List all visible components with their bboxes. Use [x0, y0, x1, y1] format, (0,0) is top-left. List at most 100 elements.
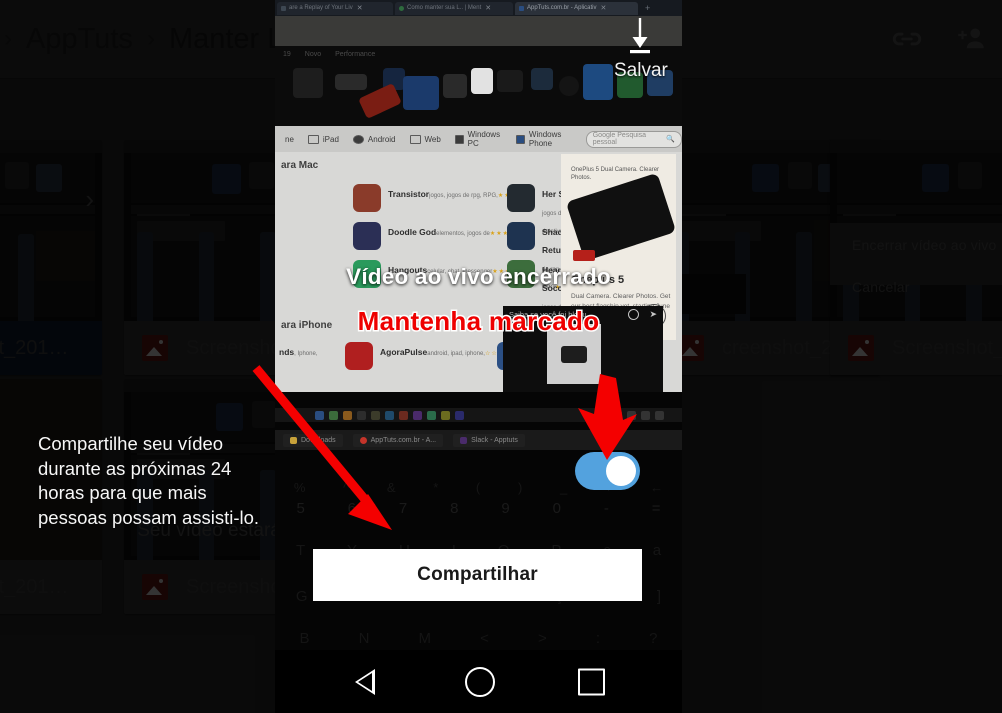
list-item: Screenshot [186, 575, 288, 598]
android-nav-bar [275, 650, 682, 713]
table-row[interactable]: Encerrar vídeo ao vivo Cancelar Screensh… [830, 140, 1002, 375]
browser-tab-active[interactable]: AppTuts.com.br - Aplicativ ✕ [515, 1, 638, 15]
ad-badge [573, 250, 595, 261]
breadcrumb-item-apptuts[interactable]: AppTuts [26, 23, 133, 56]
recents-square-icon[interactable] [578, 668, 605, 695]
app-name: AgoraPulse [380, 347, 428, 357]
app-desc: , Iphone, [294, 351, 318, 357]
close-icon[interactable]: ✕ [485, 4, 491, 12]
header-actions [890, 22, 1002, 56]
nav-item-ipad[interactable]: iPad [307, 134, 339, 144]
back-triangle-icon[interactable] [355, 668, 375, 695]
app-desc: jogos, jogos de rpg, RPG, [429, 193, 498, 199]
app-name: Transistor [388, 189, 430, 199]
next-photo-chevron[interactable]: › [85, 184, 94, 215]
new-tab-button[interactable]: + [640, 3, 655, 13]
app-icon [353, 222, 381, 250]
download-icon[interactable] [627, 18, 653, 54]
nav-item-web[interactable]: Web [409, 134, 441, 144]
slack-icon [460, 436, 468, 444]
list-item[interactable]: AgoraPulseandroid, ipad, iphone,☆☆☆☆☆ [345, 342, 517, 370]
card-dialog-overlay: Encerrar vídeo ao vivo Cancelar [830, 223, 1002, 295]
desktop-area: Downloads AppTuts.com.br - A... Slack - … [275, 392, 682, 650]
app-icon [507, 184, 535, 212]
list-item: enshot_201… [0, 336, 69, 359]
link-icon[interactable] [890, 22, 924, 56]
tab-favicon [399, 5, 404, 11]
site-topbar: 19 Novo Performance [283, 49, 674, 60]
photo-thumbnail: Encerrar vídeo ao vivo Cancelar [830, 140, 1002, 321]
keyboard-row: 5 6 7 8 9 0- = [296, 500, 661, 517]
browser-icon [359, 436, 367, 444]
toggle-knob [606, 456, 636, 486]
tab-title: are a Replay of Your Liv [289, 5, 353, 11]
table-row[interactable]: › enshot_201… [0, 140, 102, 375]
image-file-icon [142, 335, 168, 361]
image-file-icon [848, 335, 874, 361]
share-button[interactable]: Compartilhar [313, 549, 642, 601]
app-icon [353, 184, 381, 212]
ad-caption: OnePlus 5 Dual Camera. Clearer Photos. [571, 167, 660, 182]
image-file-icon [142, 574, 168, 600]
share-description: Compartilhe seu vídeo durante as próxima… [38, 433, 260, 528]
card-footer: enshot_201… [0, 560, 102, 614]
browser-tab[interactable]: Como manter sua L.. | Ment ✕ [395, 1, 513, 15]
section-title-mac: ara Mac [281, 160, 319, 171]
app-name: nds [279, 347, 295, 357]
phone-screenshot-overlay: are a Replay of Your Liv ✕ Como manter s… [275, 0, 682, 713]
photo-thumbnail [0, 140, 102, 321]
dialog-option-end-live: Encerrar vídeo ao vivo [852, 237, 997, 254]
list-item: enshot_201… [0, 575, 69, 598]
platform-nav: ne iPad Android Web Windows PC Windows P… [275, 126, 682, 152]
nav-item-windows-phone[interactable]: Windows Phone [516, 130, 571, 148]
search-input[interactable]: Google Pesquisa pessoal 🔍 [585, 130, 682, 148]
dialog-option-cancel: Cancelar [852, 279, 910, 296]
browser-toolbar [275, 16, 682, 46]
breadcrumb[interactable]: › AppTuts › Manter L [0, 23, 283, 56]
topbar-item: Novo [304, 51, 322, 58]
folder-icon [290, 436, 297, 444]
share-24h-toggle[interactable] [575, 452, 640, 490]
site-hero: 19 Novo Performance [275, 46, 682, 126]
add-person-icon[interactable] [954, 22, 988, 56]
breadcrumb-item-current: Manter L [168, 22, 284, 55]
app-desc: android, ipad, iphone, [427, 351, 485, 357]
ad-product-image [565, 172, 677, 262]
breadcrumb-separator-2: › [146, 25, 155, 52]
app-name: Doodle God [388, 227, 437, 237]
topbar-item: 19 [283, 51, 291, 58]
tab-favicon [519, 5, 524, 11]
breadcrumb-separator: › [4, 25, 12, 52]
nav-item[interactable]: ne [285, 135, 294, 144]
keyboard-row: B N M < >:? [299, 630, 658, 647]
search-icon[interactable]: 🔍 [666, 135, 675, 143]
list-item[interactable]: Transistorjogos, jogos de rpg, RPG,★★★★★ [353, 184, 530, 212]
windows-phone-icon [516, 134, 525, 144]
nav-item-windows-pc[interactable]: Windows PC [454, 130, 502, 148]
browser-tab-strip: are a Replay of Your Liv ✕ Como manter s… [275, 0, 682, 16]
open-windows-bar: Downloads AppTuts.com.br - A... Slack - … [275, 430, 682, 450]
system-taskbar [275, 408, 682, 422]
save-label: Salvar [614, 60, 668, 81]
taskbar-window[interactable]: Downloads [283, 433, 343, 447]
app-icon [507, 222, 535, 250]
app-icon [345, 342, 373, 370]
taskbar-window[interactable]: Slack - Apptuts [453, 433, 525, 447]
taskbar-window[interactable]: AppTuts.com.br - A... [352, 433, 444, 447]
close-icon[interactable]: ✕ [600, 4, 606, 12]
card-footer: Screenshot_2 [830, 321, 1002, 375]
ipad-icon [307, 134, 319, 144]
browser-tab[interactable]: are a Replay of Your Liv ✕ [277, 1, 393, 15]
search-placeholder: Google Pesquisa pessoal [592, 132, 647, 146]
list-item[interactable]: nds, Iphone, [279, 342, 317, 360]
nav-item-android[interactable]: Android [352, 134, 396, 144]
android-icon [352, 134, 364, 144]
close-icon[interactable]: ✕ [357, 4, 363, 12]
list-item[interactable]: Doodle Godelementos, jogos de★★★★★ [353, 222, 522, 250]
windows-icon [454, 134, 464, 144]
app-desc: elementos, jogos de [436, 231, 490, 237]
thumbnail-content [0, 140, 102, 321]
annotation-video-ended: Vídeo ao vivo encerrado [346, 264, 611, 289]
home-circle-icon[interactable] [465, 666, 495, 697]
topbar-item: Performance [335, 51, 376, 58]
